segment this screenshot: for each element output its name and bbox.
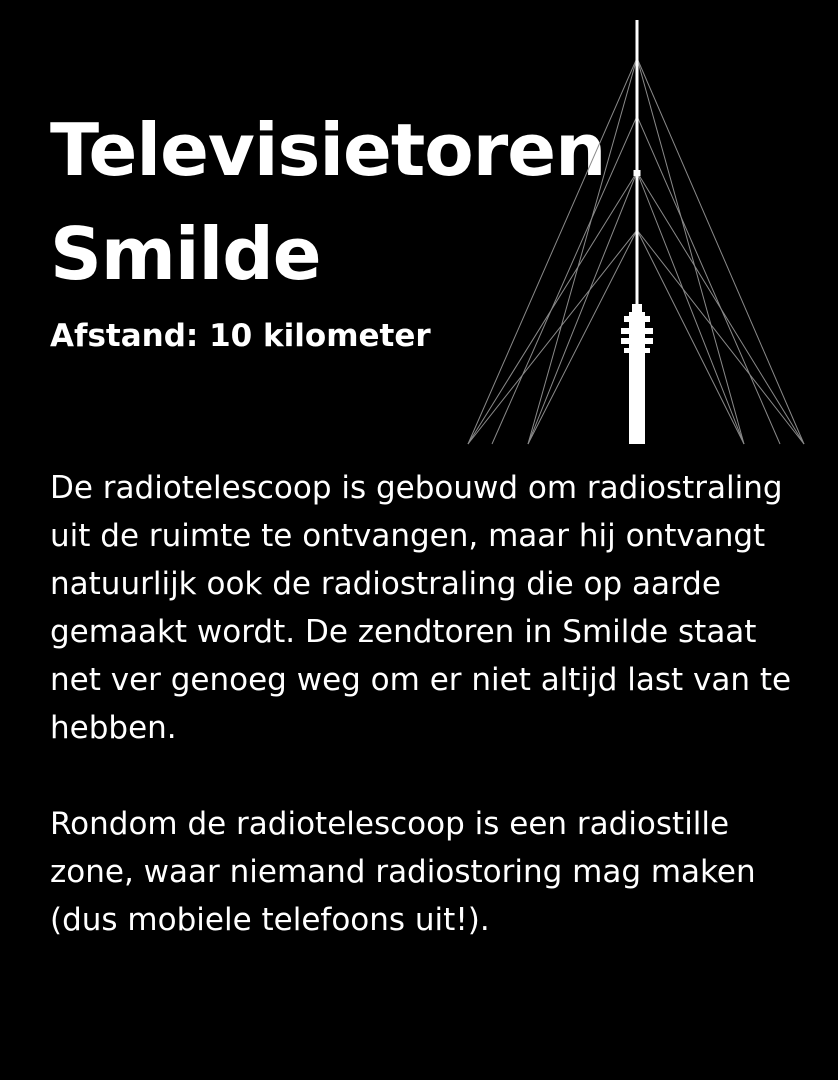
paragraph-2: Rondom de radiotelescoop is een radiosti… [50,806,756,938]
description: De radiotelescoop is gebouwd om radiostr… [50,464,810,944]
info-card: Televisietoren Smilde Afstand: 10 kilome… [0,0,838,1080]
distance-label: Afstand: 10 kilometer [50,318,431,354]
tv-tower-icon [467,20,805,445]
paragraph-1: De radiotelescoop is gebouwd om radiostr… [50,470,792,746]
